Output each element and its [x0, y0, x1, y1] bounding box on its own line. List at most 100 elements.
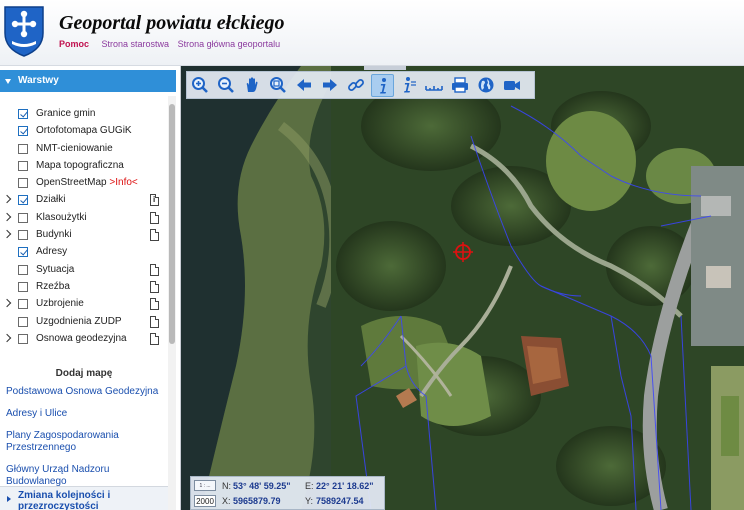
layer-checkbox[interactable]: [18, 178, 28, 189]
layer-checkbox[interactable]: [18, 316, 28, 327]
geoportal-home-link[interactable]: Strona główna geoportalu: [178, 39, 281, 49]
layer-legend-doc-icon[interactable]: [150, 280, 159, 293]
order-transparency-label: Zmiana kolejności i przezroczystości: [18, 490, 111, 510]
layer-label: NMT-cieniowanie: [36, 143, 113, 154]
order-transparency-panel[interactable]: Zmiana kolejności i przezroczystości: [0, 486, 168, 510]
map-link-gunb[interactable]: Główny Urząd Nadzoru Budowlanego: [6, 464, 166, 488]
layer-legend-doc-icon[interactable]: [150, 332, 159, 345]
map-view[interactable]: 1 : ... 2000 N: 53° 48' 59.25" E: 22° 21…: [181, 66, 744, 510]
layer-item[interactable]: Klasoużytki: [0, 210, 168, 227]
map-link-adresy[interactable]: Adresy i Ulice: [6, 408, 166, 420]
layer-item[interactable]: NMT-cieniowanie: [0, 141, 168, 158]
layer-checkbox[interactable]: [18, 143, 28, 154]
layer-item[interactable]: OpenStreetMap >Info<: [0, 175, 168, 192]
collapse-triangle-icon: [5, 79, 11, 84]
layer-info-doc-icon[interactable]: [150, 194, 159, 207]
layer-checkbox[interactable]: [18, 247, 28, 258]
layer-legend-doc-icon[interactable]: [150, 211, 159, 224]
map-link-osnowa[interactable]: Podstawowa Osnowa Geodezyjna: [6, 386, 166, 398]
layer-label: Osnowa geodezyjna: [36, 333, 127, 344]
layer-legend-doc-icon[interactable]: [150, 229, 159, 242]
globe-icon[interactable]: [475, 74, 498, 97]
layer-item[interactable]: Adresy: [0, 244, 168, 261]
measure-ruler-icon[interactable]: [423, 74, 446, 97]
layer-label: Mapa topograficzna: [36, 160, 124, 171]
layer-item[interactable]: Ortofotomapa GUGiK: [0, 123, 168, 140]
layer-item[interactable]: Rzeźba: [0, 279, 168, 296]
expand-triangle-icon: [7, 496, 11, 502]
map-toolbar: [186, 71, 535, 99]
print-icon[interactable]: [449, 74, 472, 97]
layer-checkbox[interactable]: [18, 160, 28, 171]
map-link-plany[interactable]: Plany Zagospodarowania Przestrzennego: [6, 430, 166, 454]
starostwo-link[interactable]: Strona starostwa: [102, 39, 170, 49]
scale-bar[interactable]: 1 : ...: [194, 480, 216, 491]
layer-checkbox[interactable]: [18, 230, 28, 241]
camera-icon[interactable]: [501, 74, 524, 97]
layer-label-text: Uzgodnienia ZUDP: [36, 315, 122, 327]
back-arrow-icon[interactable]: [293, 74, 316, 97]
expand-chevron-icon[interactable]: [2, 333, 12, 343]
layer-item[interactable]: Budynki: [0, 227, 168, 244]
help-link[interactable]: Pomoc: [59, 39, 89, 49]
layer-legend-doc-icon[interactable]: [150, 298, 159, 311]
expand-chevron-icon[interactable]: [2, 212, 12, 222]
layer-item[interactable]: Sytuacja: [0, 262, 168, 279]
layers-panel-header[interactable]: Warstwy: [0, 70, 176, 92]
coat-of-arms-logo: [4, 6, 44, 57]
layer-checkbox[interactable]: [18, 212, 28, 223]
layers-panel-title: Warstwy: [18, 75, 59, 86]
expand-chevron-icon[interactable]: [2, 229, 12, 239]
zoom-out-icon[interactable]: [215, 74, 238, 97]
layer-label: Uzgodnienia ZUDP: [36, 316, 122, 327]
layer-item[interactable]: Uzgodnienia ZUDP: [0, 314, 168, 331]
layer-label-text: Działki: [36, 194, 66, 206]
layer-label-text: Budynki: [36, 229, 72, 241]
layer-checkbox[interactable]: [18, 264, 28, 275]
layer-label-text: Uzbrojenie: [36, 298, 84, 310]
layer-checkbox[interactable]: [18, 126, 28, 137]
layer-label: Ortofotomapa GUGiK: [36, 125, 132, 136]
layer-label-text: Granice gmin: [36, 108, 96, 119]
e-label: E:: [305, 481, 314, 491]
layer-label-text: Adresy: [36, 246, 68, 258]
layer-label: OpenStreetMap >Info<: [36, 177, 138, 188]
orthophoto-map[interactable]: [181, 66, 744, 510]
layer-item[interactable]: Działki: [0, 192, 168, 209]
layer-item[interactable]: Granice gmin: [0, 106, 168, 123]
layer-checkbox[interactable]: [18, 195, 28, 206]
layer-label-text: Klasoużytki: [36, 211, 87, 223]
layer-checkbox[interactable]: [18, 333, 28, 344]
zoom-in-icon[interactable]: [189, 74, 212, 97]
layer-list: Granice gmin Ortofotomapa GUGiK NMT-cienio…: [0, 106, 168, 348]
scale-input[interactable]: 2000: [194, 495, 216, 507]
layer-item[interactable]: Mapa topograficzna: [0, 158, 168, 175]
zoom-window-icon[interactable]: [267, 74, 290, 97]
identify-icon[interactable]: [397, 74, 420, 97]
layer-label: Sytuacja: [36, 264, 74, 275]
expand-chevron-icon[interactable]: [2, 299, 12, 308]
pan-hand-icon[interactable]: [241, 74, 264, 97]
header-nav: Pomoc Strona starostwa Strona główna geo…: [59, 39, 286, 49]
link-icon[interactable]: [345, 74, 368, 97]
layer-info-link[interactable]: >Info<: [109, 177, 137, 188]
layer-item[interactable]: Uzbrojenie: [0, 296, 168, 313]
expand-chevron-icon[interactable]: [2, 195, 12, 204]
layer-label-text: Ortofotomapa GUGiK: [36, 125, 132, 137]
splitter-handle[interactable]: [364, 66, 406, 70]
layer-item[interactable]: Osnowa geodezyjna: [0, 331, 168, 348]
layer-checkbox[interactable]: [18, 281, 28, 292]
add-map-links: Podstawowa Osnowa Geodezyjna Adresy i Ul…: [6, 386, 166, 498]
x-value: 5965879.79: [233, 496, 281, 506]
info-icon[interactable]: [371, 74, 394, 97]
e-value: 22° 21' 18.62": [316, 481, 374, 491]
add-map-title: Dodaj mapę: [55, 368, 113, 379]
sidebar: Warstwy Granice gmin Ortofotomapa GUGiK NM…: [0, 66, 181, 510]
layer-legend-doc-icon[interactable]: [150, 315, 159, 328]
layer-label-text: Rzeźba: [36, 280, 70, 292]
forward-arrow-icon[interactable]: [319, 74, 342, 97]
layer-checkbox[interactable]: [18, 109, 28, 119]
layer-checkbox[interactable]: [18, 299, 28, 310]
layer-legend-doc-icon[interactable]: [150, 263, 159, 276]
sidebar-scrollbar-thumb[interactable]: [169, 104, 175, 344]
